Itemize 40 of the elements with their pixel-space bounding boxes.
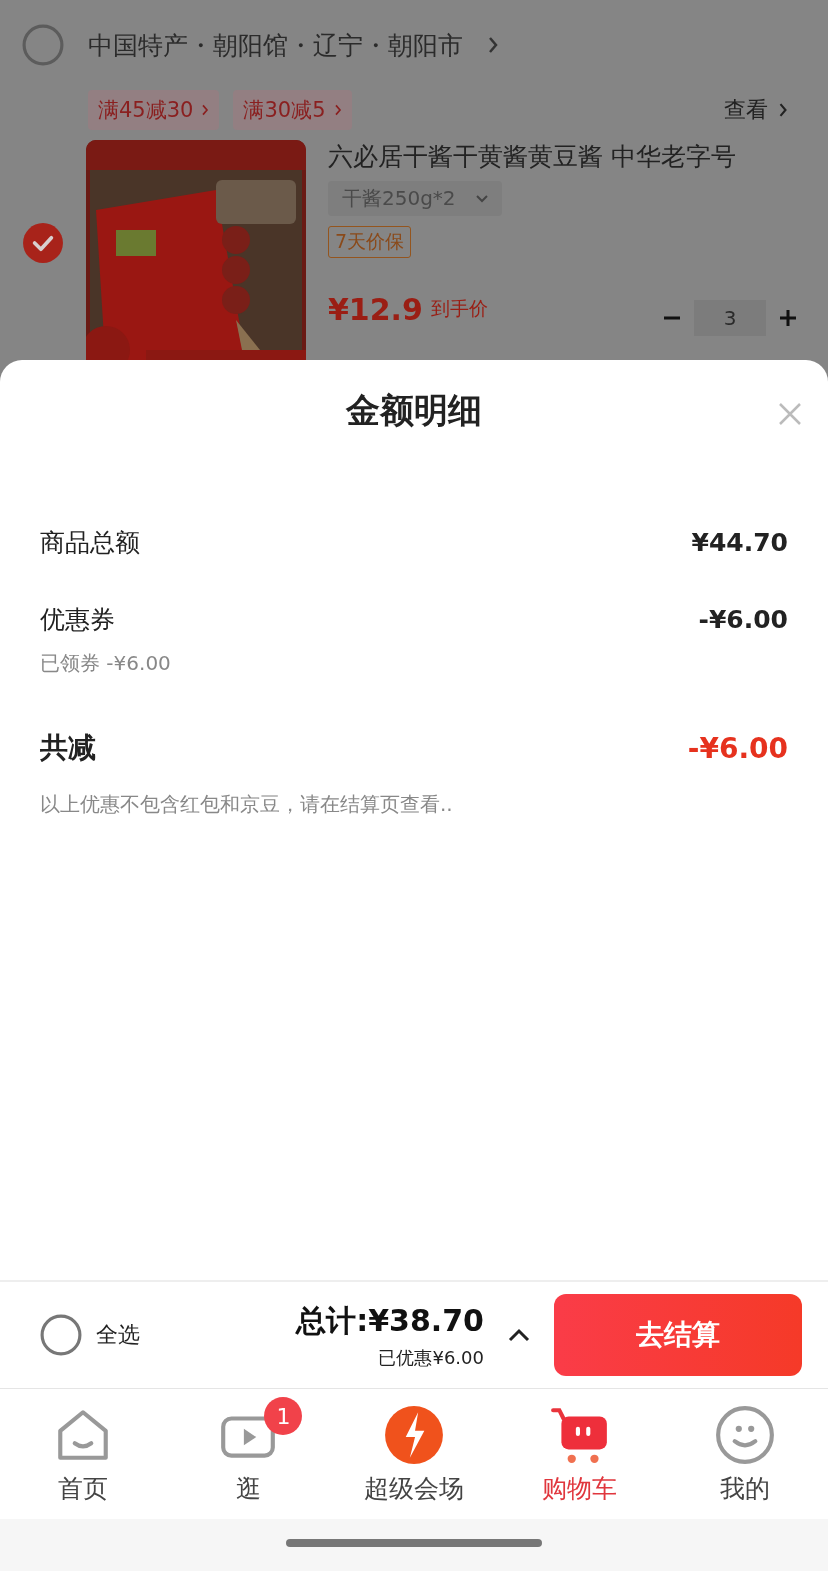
chevron-right-icon [333, 103, 342, 117]
price-guarantee-tag: 7天价保 [328, 226, 412, 258]
amount-note: 以上优惠不包含红包和京豆，请在结算页查看.. [40, 791, 454, 818]
lightning-icon [383, 1403, 445, 1466]
amount-label: 商品总额 [40, 527, 140, 559]
chevron-right-icon [487, 35, 499, 55]
price: ¥12.9 [328, 291, 423, 327]
amount-label: 优惠券 [40, 604, 115, 636]
promo-tag[interactable]: 满30减5 [233, 90, 352, 130]
amount-value: ¥44.70 [691, 528, 788, 557]
checkout-button[interactable]: 去结算 [554, 1294, 802, 1376]
store-name[interactable]: 中国特产・朝阳馆・辽宁・朝阳市 [88, 28, 463, 62]
amount-value: -¥6.00 [698, 605, 788, 634]
checkbox[interactable] [40, 1314, 82, 1356]
chevron-down-icon [475, 194, 488, 203]
total-amount: 总计:¥38.70 [296, 1301, 484, 1340]
amount-label: 共减 [40, 730, 96, 766]
chevron-right-icon [778, 101, 788, 119]
product-title[interactable]: 六必居干酱干黄酱黄豆酱 中华老字号 [328, 140, 736, 173]
tab[interactable]: 我的 [662, 1389, 828, 1519]
plus-icon[interactable] [778, 308, 798, 328]
promo-tag[interactable]: 满45减30 [88, 90, 220, 130]
notification-badge: 1 [264, 1397, 303, 1435]
tab[interactable]: 逛 1 [165, 1389, 332, 1519]
checkbox[interactable] [22, 222, 64, 264]
tab[interactable]: 超级会场 [331, 1389, 497, 1519]
quantity-field[interactable]: 3 [694, 300, 766, 336]
chevron-right-icon [201, 103, 210, 117]
amount-note: 已领券 -¥6.00 [40, 650, 172, 677]
sheet-title: 金额明细 [345, 389, 483, 432]
amount-value: -¥6.00 [687, 731, 788, 765]
view-link[interactable]: 查看 [724, 95, 788, 125]
price-note: 到手价 [430, 296, 488, 321]
tab[interactable]: 首页 [0, 1389, 166, 1519]
chevron-up-icon[interactable] [508, 1328, 530, 1342]
select-all-label[interactable]: 全选 [96, 1320, 140, 1350]
smiley-icon [714, 1403, 777, 1466]
checkbox[interactable] [22, 24, 64, 66]
saved-amount: 已优惠¥6.00 [378, 1345, 484, 1370]
tab[interactable]: 购物车 [496, 1389, 663, 1519]
